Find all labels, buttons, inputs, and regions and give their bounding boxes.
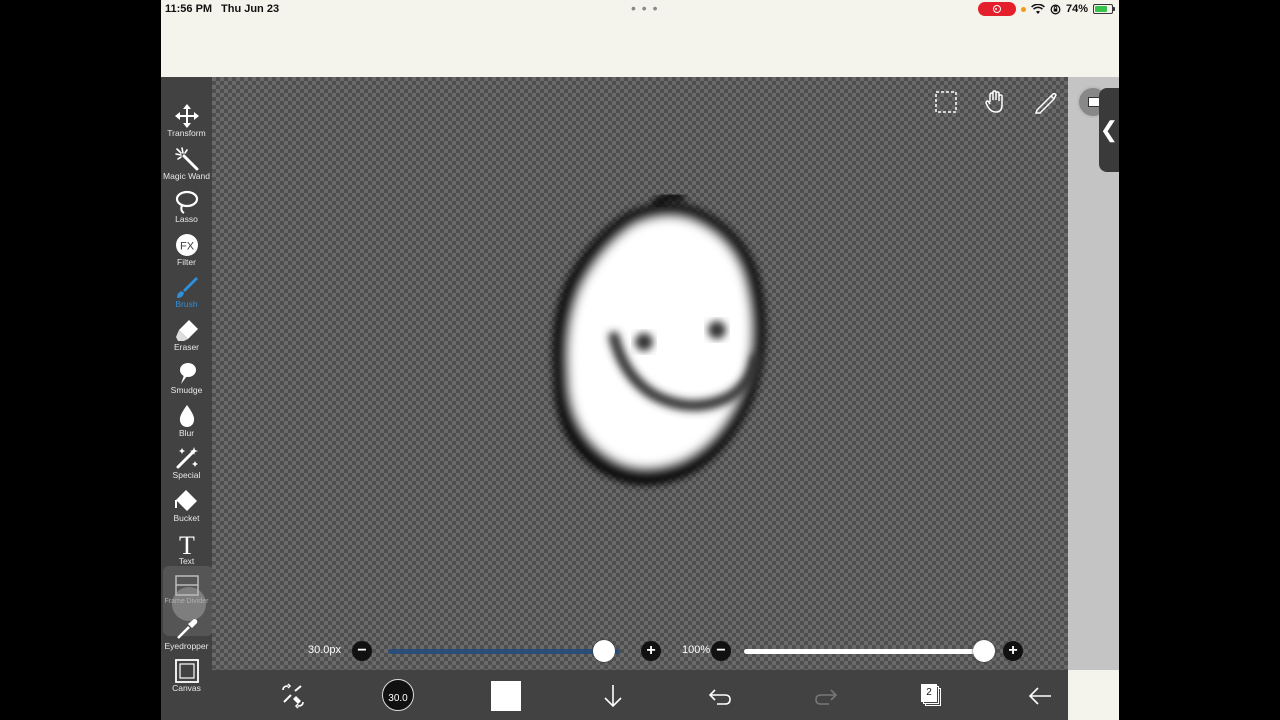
down-arrow-icon[interactable]	[596, 680, 630, 712]
tool-transform[interactable]: Transform	[161, 103, 212, 145]
back-arrow-icon[interactable]	[1023, 680, 1057, 712]
blur-drop-icon	[161, 403, 212, 429]
brush-size-plus-button[interactable]: +	[641, 641, 661, 661]
opacity-track[interactable]	[744, 649, 984, 654]
layer-count: 2	[921, 684, 937, 702]
bucket-icon	[161, 488, 212, 514]
tool-label: Frame Divider	[164, 598, 209, 605]
filter-fx-icon: FX	[161, 232, 212, 258]
tool-special[interactable]: Special	[161, 445, 212, 487]
tool-label: Special	[172, 470, 201, 480]
special-wand-icon	[161, 445, 212, 471]
tool-label: Bucket	[173, 513, 200, 523]
tool-lasso[interactable]: Lasso	[161, 189, 212, 231]
multitasking-dots-icon[interactable]: • • •	[631, 1, 658, 15]
tool-label: Filter	[177, 257, 196, 267]
tool-bucket[interactable]: Bucket	[161, 488, 212, 530]
opacity-label: 100%	[682, 644, 711, 656]
tool-smudge[interactable]: Smudge	[161, 360, 212, 402]
battery-percent: 74%	[1065, 3, 1088, 15]
tool-label: Transform	[167, 128, 206, 138]
opacity-plus-button[interactable]: +	[1003, 641, 1023, 661]
brush-size-minus-button[interactable]: −	[352, 641, 372, 661]
smiley-face-drawing	[553, 192, 766, 485]
tool-label: Magic Wand	[163, 171, 210, 181]
tool-eraser[interactable]: Eraser	[161, 317, 212, 359]
chevron-left-icon[interactable]: ❮	[1099, 88, 1119, 172]
layers-button[interactable]: 2	[919, 682, 943, 708]
status-time: 11:56 PM	[165, 3, 213, 15]
quick-transform-icon[interactable]	[276, 680, 310, 712]
canvas-icon	[161, 658, 212, 684]
eraser-icon	[161, 317, 212, 343]
undo-icon[interactable]	[703, 680, 737, 712]
brush-size-indicator[interactable]: 30.0	[382, 679, 414, 711]
tool-frame-divider[interactable]: Frame Divider	[161, 573, 212, 615]
selection-icon[interactable]	[933, 89, 959, 115]
tool-label: Blur	[178, 428, 195, 438]
lasso-icon	[161, 189, 212, 215]
battery-icon	[1093, 4, 1115, 14]
tool-palette: Transform Magic Wand Lasso FX Filter Bru…	[161, 77, 213, 720]
opacity-slider[interactable]: 100% − +	[682, 639, 1027, 663]
orientation-lock-icon	[1050, 4, 1061, 14]
tool-label: Eraser	[173, 342, 200, 352]
smudge-icon	[161, 360, 212, 386]
frame-divider-icon	[161, 573, 212, 599]
mic-indicator-icon	[1020, 6, 1026, 12]
screen-recording-icon[interactable]	[977, 2, 1016, 16]
wifi-icon	[1031, 3, 1045, 14]
brush-size-knob[interactable]	[592, 640, 615, 662]
ipad-screen: 11:56 PM Thu Jun 23 • • • 74% Transform …	[161, 0, 1119, 720]
tool-label: Smudge	[170, 385, 203, 395]
battery-fill	[1095, 6, 1107, 12]
opacity-knob[interactable]	[973, 640, 995, 662]
hand-icon[interactable]	[982, 89, 1008, 115]
tool-brush[interactable]: Brush	[161, 274, 212, 316]
brush-size-slider[interactable]: 30.0px − +	[308, 639, 666, 663]
brush-size-track[interactable]	[388, 649, 620, 654]
tool-magic-wand[interactable]: Magic Wand	[161, 146, 212, 188]
ruler-pen-icon[interactable]	[1032, 89, 1058, 115]
tool-label: Brush	[175, 299, 198, 309]
tool-filter[interactable]: FX Filter	[161, 232, 212, 274]
brush-icon	[161, 274, 212, 300]
tool-label: Lasso	[175, 214, 198, 224]
tool-canvas[interactable]: Canvas	[161, 658, 212, 700]
current-color-swatch[interactable]	[491, 681, 521, 711]
tool-text[interactable]: T Text	[161, 531, 212, 573]
drawing-canvas[interactable]: 30.0px − + 100% − +	[212, 77, 1068, 670]
text-icon: T	[161, 531, 212, 560]
bottom-toolbar: 30.0 2	[212, 670, 1068, 720]
status-date: Thu Jun 23	[221, 3, 280, 15]
transform-icon	[161, 103, 212, 129]
tool-label: Canvas	[172, 683, 201, 693]
tool-label: Eyedropper	[164, 641, 209, 651]
filter-glyph: FX	[179, 241, 194, 253]
opacity-minus-button[interactable]: −	[711, 641, 731, 661]
status-indicators: 74%	[977, 2, 1115, 16]
text-glyph: T	[179, 531, 195, 557]
redo-icon[interactable]	[809, 680, 843, 712]
eyedropper-icon	[161, 616, 212, 642]
tool-label: Text	[178, 556, 195, 566]
status-bar: 11:56 PM Thu Jun 23 • • • 74%	[161, 0, 1119, 20]
tool-eyedropper[interactable]: Eyedropper	[161, 616, 212, 658]
tool-blur[interactable]: Blur	[161, 403, 212, 445]
magic-wand-icon	[161, 146, 212, 172]
brush-size-label: 30.0px	[308, 644, 342, 656]
